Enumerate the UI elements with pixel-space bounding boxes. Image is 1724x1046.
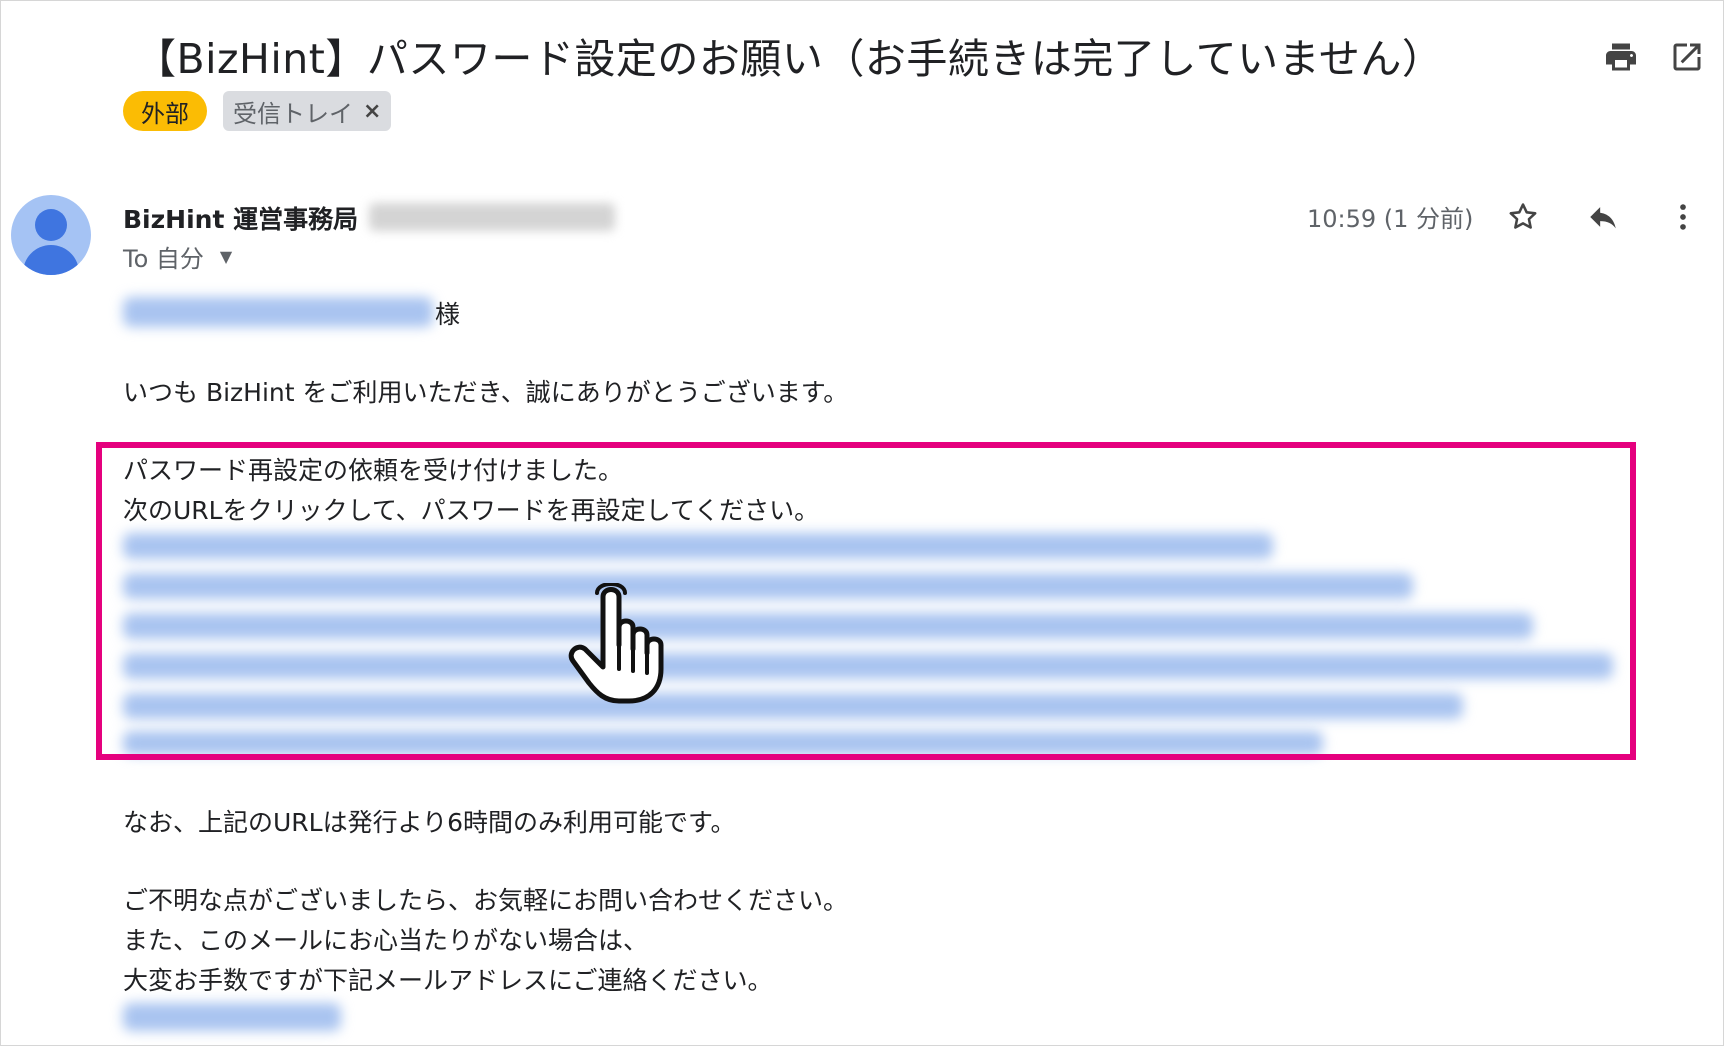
- body-line-thanks: いつも BizHint をご利用いただき、誠にありがとうございます。: [123, 378, 849, 407]
- sender-name[interactable]: BizHint 運営事務局: [123, 200, 358, 236]
- label-chips: 外部 受信トレイ ×: [123, 91, 392, 131]
- star-button[interactable]: [1501, 195, 1545, 239]
- print-icon: [1606, 43, 1636, 71]
- received-time: 10:59 (1 分前): [1307, 205, 1474, 233]
- body-line-contact-2: また、このメールにお心当たりがない場合は、: [123, 926, 649, 955]
- reset-link-highlight-box: [96, 442, 1636, 760]
- body-line-contact-3: 大変お手数ですが下記メールアドレスにご連絡ください。: [123, 966, 773, 995]
- remove-inbox-label-button[interactable]: ×: [363, 99, 381, 124]
- sender-email-blurred: [369, 203, 615, 231]
- more-vert-icon: [1680, 204, 1686, 230]
- avatar-body-shape: [23, 245, 79, 275]
- greeting-suffix: 様: [435, 300, 461, 329]
- more-options-button[interactable]: [1661, 195, 1705, 239]
- open-in-new-window-button[interactable]: [1665, 35, 1709, 79]
- star-icon: [1509, 203, 1537, 229]
- caret-down-icon[interactable]: ▼: [220, 247, 232, 266]
- email-subject: 【BizHint】パスワード設定のお願い（お手続きは完了していません）: [135, 35, 1444, 83]
- open-in-new-icon: [1673, 43, 1701, 71]
- inbox-label-text: 受信トレイ: [233, 99, 353, 128]
- recipient-line: To 自分 ▼: [123, 239, 232, 274]
- hand-pointer-icon: [568, 583, 664, 704]
- external-label-chip: 外部: [123, 91, 207, 131]
- body-line-expiry: なお、上記のURLは発行より6時間のみ利用可能です。: [123, 808, 736, 837]
- contact-email-blurred[interactable]: [123, 1003, 341, 1031]
- reply-icon: [1590, 207, 1616, 229]
- recipient-address-blurred: [123, 297, 433, 327]
- avatar-icon[interactable]: [11, 195, 91, 275]
- reply-button[interactable]: [1581, 195, 1625, 239]
- inbox-label-chip: 受信トレイ ×: [223, 91, 392, 131]
- body-line-contact-1: ご不明な点がございましたら、お気軽にお問い合わせください。: [123, 886, 849, 915]
- avatar-head-shape: [35, 209, 67, 241]
- recipient-text: To 自分: [123, 245, 204, 273]
- email-view: 【BizHint】パスワード設定のお願い（お手続きは完了していません） 外部 受…: [0, 0, 1724, 1046]
- print-button[interactable]: [1599, 35, 1643, 79]
